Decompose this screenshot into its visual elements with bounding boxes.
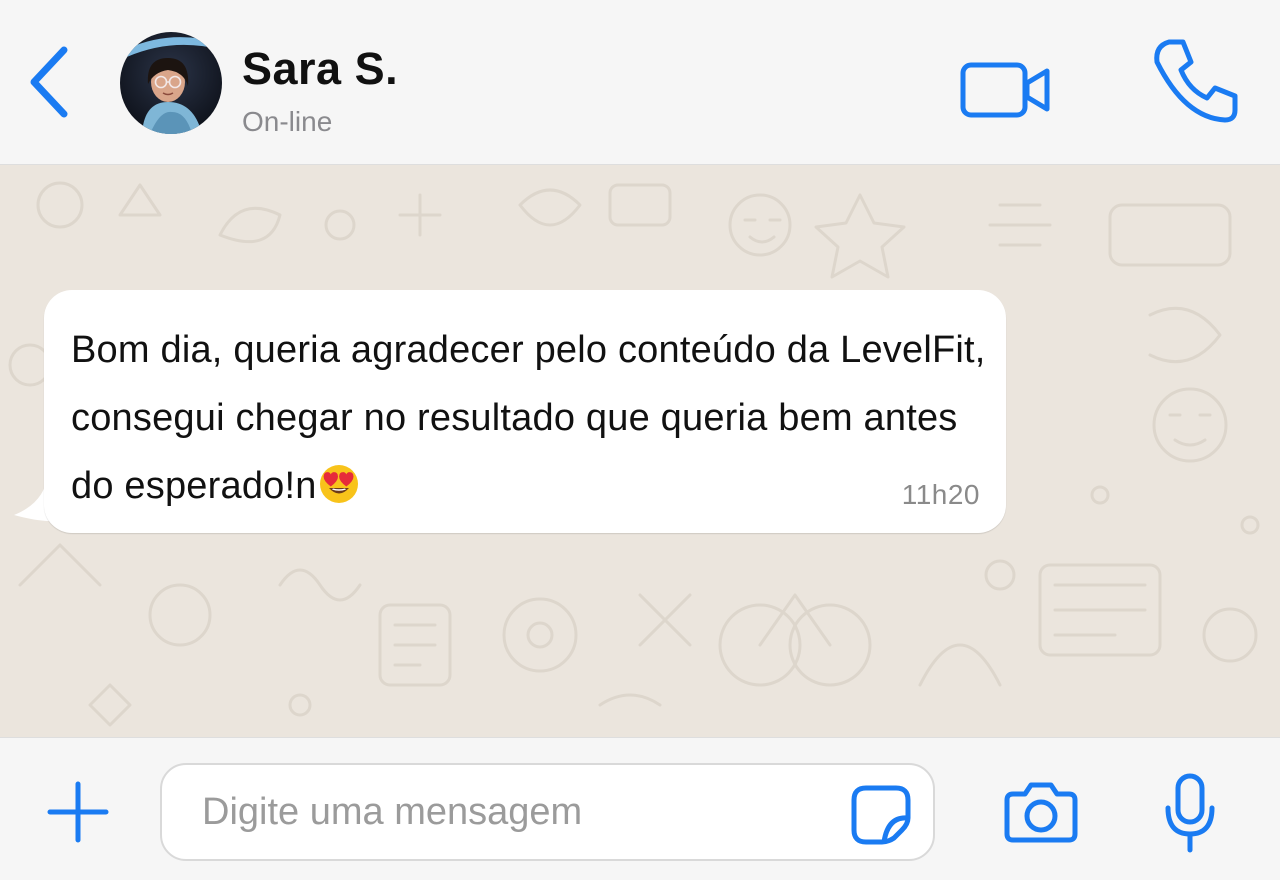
incoming-message-bubble[interactable]: Bom dia, queria agradecer pelo conteúdo … [44,290,1006,533]
back-button[interactable] [18,40,78,124]
video-call-button[interactable] [952,55,1062,125]
composer-bar [0,737,1280,880]
attach-button[interactable] [40,774,116,850]
contact-name[interactable]: Sara S. [242,46,398,91]
camera-button[interactable] [998,774,1084,850]
contact-photo [120,32,222,134]
heart-eyes-emoji [319,458,359,503]
plus-icon [47,781,109,843]
message-text-container: Bom dia, queria agradecer pelo conteúdo … [71,316,991,520]
microphone-button[interactable] [1155,768,1225,858]
phone-icon [1154,39,1238,123]
chevron-left-icon [30,46,68,118]
contact-status: On-line [242,106,333,137]
message-timestamp: 11h20 [901,479,980,510]
microphone-icon [1165,773,1215,853]
avatar[interactable] [120,32,222,134]
sticker-icon [851,785,911,845]
message-row: Bom dia, queria agradecer pelo conteúdo … [14,290,1009,535]
voice-call-button[interactable] [1140,30,1250,130]
camera-icon [1004,782,1078,843]
chat-screen: Sara S. On-line Bom dia, queria agradece… [0,0,1280,880]
message-input[interactable] [160,763,935,861]
video-camera-icon [960,62,1050,118]
chat-header: Sara S. On-line [0,0,1280,165]
chat-area[interactable]: Bom dia, queria agradecer pelo conteúdo … [0,165,1280,737]
heart-eyes-emoji-icon [319,465,358,503]
message-text: Bom dia, queria agradecer pelo conteúdo … [71,329,986,507]
sticker-button[interactable] [846,780,916,850]
